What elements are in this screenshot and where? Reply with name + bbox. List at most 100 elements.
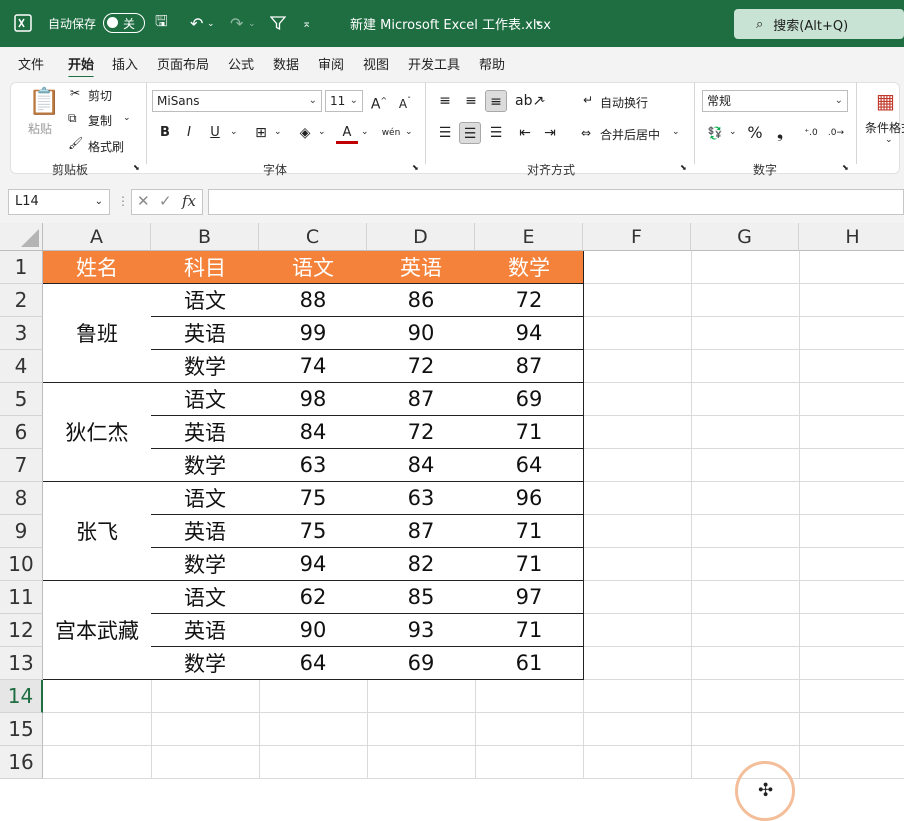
copy-button[interactable]: 复制 <box>88 112 112 129</box>
copy-dropdown-icon[interactable]: ⌄ <box>123 113 131 123</box>
score-cell[interactable]: 90 <box>259 614 368 647</box>
subject-cell[interactable]: 英语 <box>151 416 260 449</box>
subject-cell[interactable]: 数学 <box>151 350 260 383</box>
score-cell[interactable]: 97 <box>475 581 584 614</box>
score-cell[interactable]: 99 <box>259 317 368 350</box>
subject-cell[interactable]: 语文 <box>151 482 260 515</box>
score-cell[interactable]: 71 <box>475 614 584 647</box>
align-center-icon[interactable]: ☰ <box>459 122 481 144</box>
row-header-16[interactable]: 16 <box>0 746 43 779</box>
row-header-9[interactable]: 9 <box>0 515 43 548</box>
copy-icon[interactable]: ⧉ <box>68 111 77 126</box>
table-header-cell[interactable]: 姓名 <box>43 251 152 284</box>
tab-page-layout[interactable]: 页面布局 <box>157 54 209 73</box>
number-launcher-icon[interactable]: ⬊ <box>842 163 849 172</box>
filter-icon[interactable] <box>270 15 286 31</box>
column-header-c[interactable]: C <box>259 223 367 251</box>
tab-help[interactable]: 帮助 <box>479 54 505 73</box>
name-box[interactable]: L14 ⌄ <box>8 189 110 215</box>
font-launcher-icon[interactable]: ⬊ <box>412 163 419 172</box>
insert-function-icon[interactable]: fx <box>182 192 196 210</box>
conditional-format-icon[interactable]: ▦ <box>876 89 895 113</box>
cut-button[interactable]: 剪切 <box>88 87 112 104</box>
score-cell[interactable]: 84 <box>259 416 368 449</box>
tab-home[interactable]: 开始 <box>68 54 95 79</box>
row-header-3[interactable]: 3 <box>0 317 43 350</box>
score-cell[interactable]: 75 <box>259 482 368 515</box>
subject-cell[interactable]: 语文 <box>151 284 260 317</box>
row-header-8[interactable]: 8 <box>0 482 43 515</box>
tab-review[interactable]: 审阅 <box>318 54 344 73</box>
tab-insert[interactable]: 插入 <box>112 54 138 73</box>
score-cell[interactable]: 63 <box>259 449 368 482</box>
score-cell[interactable]: 94 <box>475 317 584 350</box>
score-cell[interactable]: 64 <box>475 449 584 482</box>
clipboard-launcher-icon[interactable]: ⬊ <box>133 163 140 172</box>
score-cell[interactable]: 93 <box>367 614 476 647</box>
redo-icon[interactable]: ↷ <box>230 0 243 47</box>
comma-style-icon[interactable]: ❟ <box>769 122 791 144</box>
column-header-e[interactable]: E <box>475 223 583 251</box>
borders-icon[interactable]: ⊞ <box>250 122 272 144</box>
name-cell[interactable]: 张飞 <box>43 482 152 581</box>
subject-cell[interactable]: 英语 <box>151 515 260 548</box>
score-cell[interactable]: 90 <box>367 317 476 350</box>
score-cell[interactable]: 71 <box>475 548 584 581</box>
score-cell[interactable]: 71 <box>475 515 584 548</box>
decrease-decimal-icon[interactable]: .0→ <box>825 122 847 144</box>
wrap-text-icon[interactable]: ↵ <box>583 93 593 107</box>
alignment-launcher-icon[interactable]: ⬊ <box>680 163 687 172</box>
save-icon[interactable]: 🖫 <box>155 0 168 47</box>
column-header-h[interactable]: H <box>799 223 904 251</box>
score-cell[interactable]: 69 <box>475 383 584 416</box>
score-cell[interactable]: 72 <box>367 350 476 383</box>
select-all-button[interactable] <box>0 223 43 251</box>
borders-dropdown-icon[interactable]: ⌄ <box>274 127 282 137</box>
font-color-icon[interactable]: A <box>336 122 358 144</box>
autosave-toggle[interactable]: 关 <box>103 13 145 33</box>
merge-center-icon[interactable]: ⇔ <box>581 126 591 140</box>
row-header-7[interactable]: 7 <box>0 449 43 482</box>
row-header-15[interactable]: 15 <box>0 713 43 746</box>
number-format-select[interactable]: 常规 ⌄ <box>702 90 848 112</box>
currency-icon[interactable]: 💱 <box>704 122 726 144</box>
score-cell[interactable]: 69 <box>367 647 476 680</box>
increase-decimal-icon[interactable]: ⁺.0 <box>800 122 822 144</box>
underline-dropdown-icon[interactable]: ⌄ <box>230 127 238 137</box>
font-color-dropdown-icon[interactable]: ⌄ <box>361 127 369 137</box>
merge-center-button[interactable]: 合并后居中 <box>600 126 660 143</box>
score-cell[interactable]: 64 <box>259 647 368 680</box>
score-cell[interactable]: 82 <box>367 548 476 581</box>
formula-input[interactable] <box>208 189 904 215</box>
row-header-10[interactable]: 10 <box>0 548 43 581</box>
table-header-cell[interactable]: 数学 <box>475 251 584 284</box>
column-header-b[interactable]: B <box>151 223 259 251</box>
score-cell[interactable]: 72 <box>367 416 476 449</box>
tab-developer[interactable]: 开发工具 <box>408 54 460 73</box>
wrap-text-button[interactable]: 自动换行 <box>600 94 648 111</box>
score-cell[interactable]: 88 <box>259 284 368 317</box>
format-painter-button[interactable]: 格式刷 <box>88 138 124 155</box>
row-header-2[interactable]: 2 <box>0 284 43 317</box>
search-box[interactable]: ⌕ 搜索(Alt+Q) <box>734 9 904 39</box>
percent-icon[interactable]: % <box>744 122 766 144</box>
decrease-indent-icon[interactable]: ⇤ <box>514 122 536 144</box>
score-cell[interactable]: 96 <box>475 482 584 515</box>
conditional-dropdown-icon[interactable]: ⌄ <box>885 135 893 145</box>
column-header-a[interactable]: A <box>43 223 151 251</box>
title-dropdown-icon[interactable]: ▾ <box>536 0 541 47</box>
row-header-14[interactable]: 14 <box>0 680 43 713</box>
undo-icon[interactable]: ↶ <box>190 0 203 47</box>
subject-cell[interactable]: 数学 <box>151 548 260 581</box>
font-name-select[interactable]: MiSans ⌄ <box>152 90 322 112</box>
formula-bar-grip-icon[interactable]: ⋮ <box>117 194 129 208</box>
name-cell[interactable]: 鲁班 <box>43 284 152 383</box>
phonetic-dropdown-icon[interactable]: ⌄ <box>405 127 413 137</box>
decrease-font-icon[interactable]: Aˇ <box>394 90 416 112</box>
score-cell[interactable]: 85 <box>367 581 476 614</box>
align-right-icon[interactable]: ☰ <box>485 122 507 144</box>
currency-dropdown-icon[interactable]: ⌄ <box>729 127 737 137</box>
score-cell[interactable]: 74 <box>259 350 368 383</box>
tab-data[interactable]: 数据 <box>273 54 299 73</box>
paste-icon[interactable]: 📋 <box>28 87 60 117</box>
